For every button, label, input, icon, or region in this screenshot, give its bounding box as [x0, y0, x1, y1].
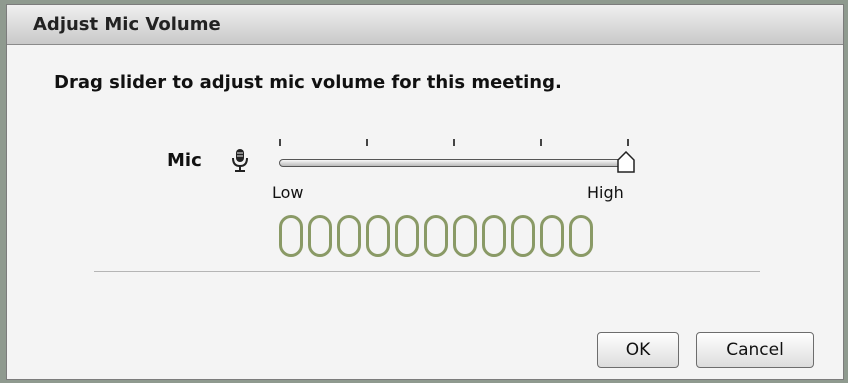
slider-tick [279, 139, 281, 146]
level-meter-segment [482, 215, 506, 257]
mic-level-meter [279, 215, 593, 261]
level-meter-segment [279, 215, 303, 257]
ok-button[interactable]: OK [597, 332, 679, 368]
mic-volume-slider[interactable] [277, 137, 645, 177]
slider-tick [453, 139, 455, 146]
low-label: Low [272, 183, 304, 202]
slider-track[interactable] [279, 159, 631, 167]
divider [94, 271, 760, 272]
slider-thumb[interactable] [617, 151, 635, 173]
cancel-button[interactable]: Cancel [696, 332, 814, 368]
title-bar[interactable]: Adjust Mic Volume [7, 5, 843, 45]
high-label: High [587, 183, 624, 202]
level-meter-segment [540, 215, 564, 257]
slider-tick [540, 139, 542, 146]
microphone-icon [232, 149, 248, 172]
adjust-mic-volume-dialog: Adjust Mic Volume Drag slider to adjust … [6, 4, 844, 380]
level-meter-segment [453, 215, 477, 257]
level-meter-segment [569, 215, 593, 257]
instructions-text: Drag slider to adjust mic volume for thi… [54, 72, 562, 93]
level-meter-segment [395, 215, 419, 257]
mic-label: Mic [167, 150, 202, 171]
level-meter-segment [511, 215, 535, 257]
level-meter-segment [366, 215, 390, 257]
level-meter-segment [308, 215, 332, 257]
slider-tick [366, 139, 368, 146]
dialog-title: Adjust Mic Volume [33, 14, 221, 35]
slider-tick [627, 139, 629, 146]
level-meter-segment [337, 215, 361, 257]
level-meter-segment [424, 215, 448, 257]
